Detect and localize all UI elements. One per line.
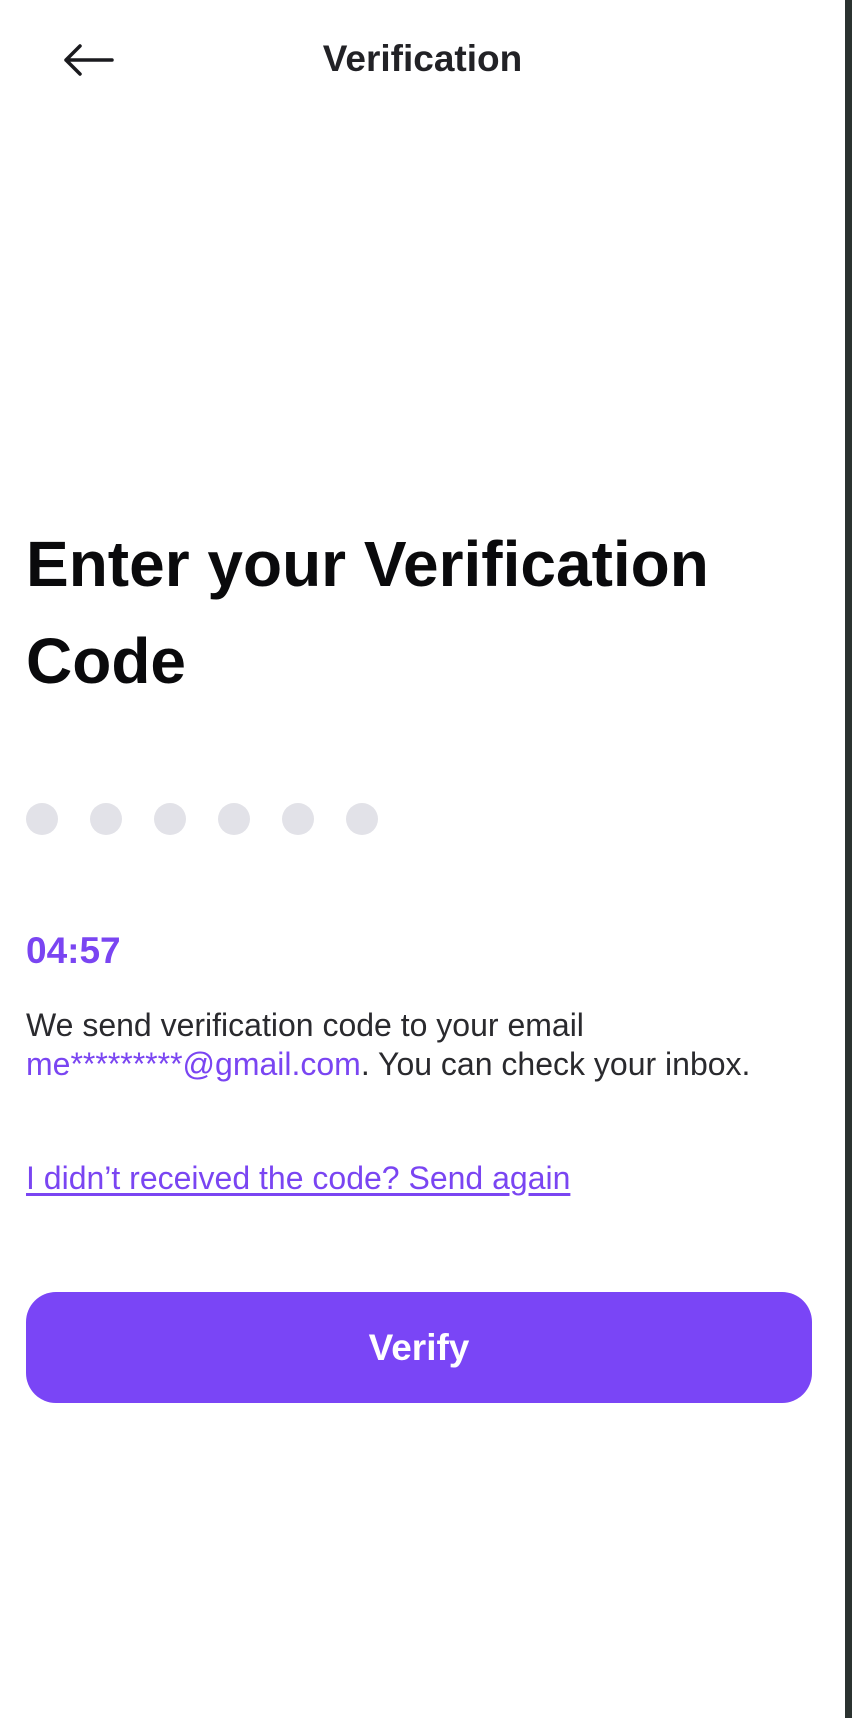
header: Verification (0, 0, 845, 120)
resend-code-link[interactable]: I didn’t received the code? Send again (26, 1160, 570, 1197)
code-digit-3[interactable] (154, 803, 186, 835)
code-digit-1[interactable] (26, 803, 58, 835)
info-text-before: We send verification code to your email (26, 1007, 584, 1043)
code-input[interactable] (26, 803, 378, 835)
masked-email: me*********@gmail.com (26, 1046, 361, 1082)
countdown-timer: 04:57 (26, 930, 121, 971)
verification-screen: Verification Enter your Verification Cod… (0, 0, 852, 1718)
code-digit-5[interactable] (282, 803, 314, 835)
verify-button[interactable]: Verify (26, 1292, 812, 1403)
code-digit-6[interactable] (346, 803, 378, 835)
code-digit-2[interactable] (90, 803, 122, 835)
info-text: We send verification code to your email … (26, 1006, 786, 1084)
code-digit-4[interactable] (218, 803, 250, 835)
window-edge (845, 0, 852, 1718)
page-title: Verification (322, 38, 523, 79)
verification-heading: Enter your Verification Code (26, 528, 709, 697)
info-text-after: . You can check your inbox. (360, 1046, 751, 1082)
